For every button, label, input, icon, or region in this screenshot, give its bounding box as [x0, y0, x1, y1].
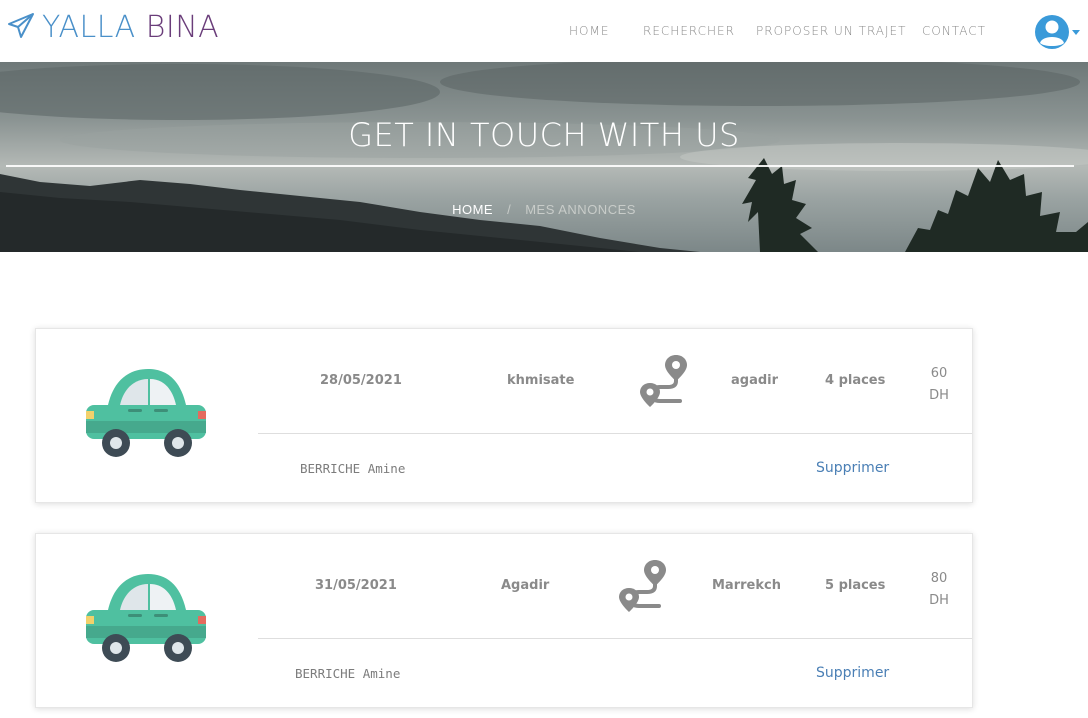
trip-date: 28/05/2021	[320, 373, 402, 388]
trip-places: 4 places	[825, 373, 886, 388]
delete-button[interactable]: Supprimer	[816, 665, 889, 681]
trip-places: 5 places	[825, 578, 886, 593]
trip-card: 28/05/2021 khmisate agadir 4 places 60 D…	[35, 328, 973, 503]
nav-rechercher[interactable]: RECHERCHER	[643, 24, 735, 38]
nav-contact[interactable]: CONTACT	[922, 24, 986, 38]
delete-button[interactable]: Supprimer	[816, 460, 889, 476]
car-icon	[86, 574, 206, 662]
user-menu-toggle[interactable]	[1034, 12, 1088, 52]
driver-name: BERRICHE Amine	[295, 666, 401, 681]
user-circle-icon	[1034, 14, 1070, 50]
nav-proposer-trajet[interactable]: PROPOSER UN TRAJET	[756, 24, 906, 38]
breadcrumb-separator: /	[507, 202, 512, 217]
route-icon	[619, 560, 666, 612]
top-navbar: YALLA BINA HOME RECHERCHER PROPOSER UN T…	[0, 0, 1088, 62]
trip-price: 60 DH	[919, 363, 959, 407]
breadcrumb-home[interactable]: HOME	[452, 202, 493, 217]
hero-title: GET IN TOUCH WITH US	[348, 116, 740, 154]
price-currency: DH	[929, 593, 949, 608]
card-divider	[258, 638, 972, 639]
price-amount: 80	[930, 571, 948, 586]
trip-origin: khmisate	[507, 373, 575, 388]
trip-date: 31/05/2021	[315, 578, 397, 593]
breadcrumb-current: MES ANNONCES	[525, 202, 636, 217]
hero-banner: GET IN TOUCH WITH US HOME / MES ANNONCES	[0, 62, 1088, 252]
landscape-background	[0, 62, 1088, 252]
nav-home[interactable]: HOME	[569, 24, 609, 38]
chevron-down-icon	[1072, 29, 1080, 35]
trip-price: 80 DH	[919, 568, 959, 612]
price-amount: 60	[930, 366, 948, 381]
breadcrumb: HOME / MES ANNONCES	[0, 202, 1088, 217]
price-currency: DH	[929, 388, 949, 403]
route-icon	[640, 355, 687, 407]
trip-origin: Agadir	[501, 578, 550, 593]
trip-card: 31/05/2021 Agadir Marrekch 5 places 80 D…	[35, 533, 973, 708]
trip-destination: Marrekch	[712, 578, 781, 593]
hero-divider	[6, 165, 1074, 167]
driver-name: BERRICHE Amine	[300, 461, 406, 476]
main-nav: HOME RECHERCHER PROPOSER UN TRAJET CONTA…	[0, 24, 1088, 42]
card-divider	[258, 433, 972, 434]
trip-destination: agadir	[731, 373, 779, 388]
car-icon	[86, 369, 206, 457]
